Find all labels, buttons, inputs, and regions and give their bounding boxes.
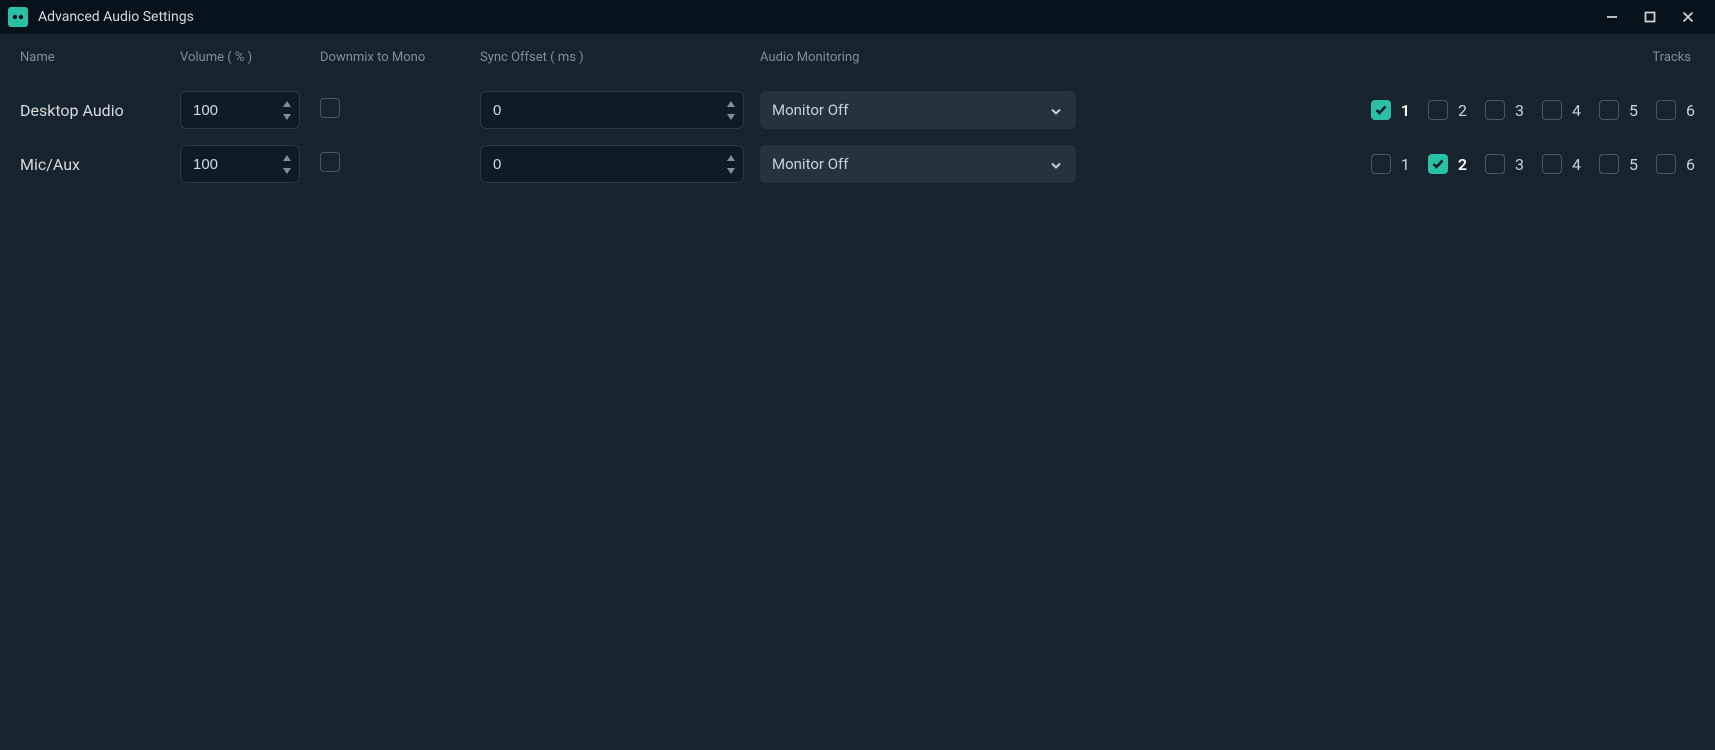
- track-item: 6: [1656, 100, 1695, 120]
- sync-offset-input[interactable]: [481, 146, 721, 182]
- chevron-down-icon: [1050, 101, 1062, 120]
- track-label: 3: [1515, 101, 1524, 120]
- audio-monitoring-dropdown[interactable]: Monitor Off: [760, 91, 1076, 129]
- volume-input[interactable]: [181, 92, 277, 128]
- track-item: 3: [1485, 100, 1524, 120]
- track-item: 4: [1542, 154, 1581, 174]
- window-title: Advanced Audio Settings: [38, 9, 194, 25]
- close-button[interactable]: [1669, 0, 1707, 34]
- sync-offset-spinbox[interactable]: [480, 91, 744, 129]
- track-item: 5: [1599, 100, 1638, 120]
- col-header-sync: Sync Offset ( ms ): [480, 50, 760, 83]
- tracks-cell: 1 2 3 4 5 6: [1160, 146, 1695, 182]
- audio-monitoring-value: Monitor Off: [772, 155, 848, 173]
- downmix-cell: [320, 90, 480, 130]
- track-checkbox-3[interactable]: [1485, 154, 1505, 174]
- volume-input[interactable]: [181, 146, 277, 182]
- track-item: 1: [1371, 100, 1410, 120]
- track-label: 6: [1686, 101, 1695, 120]
- chevron-down-icon: [1050, 155, 1062, 174]
- source-name: Desktop Audio: [20, 93, 180, 128]
- audio-monitoring-dropdown[interactable]: Monitor Off: [760, 145, 1076, 183]
- maximize-button[interactable]: [1631, 0, 1669, 34]
- col-header-name: Name: [20, 50, 180, 83]
- track-item: 3: [1485, 154, 1524, 174]
- col-header-tracks: Tracks: [1160, 50, 1695, 83]
- tracks-cell: 1 2 3 4 5 6: [1160, 92, 1695, 128]
- col-header-monitoring: Audio Monitoring: [760, 50, 1160, 83]
- track-label: 1: [1401, 101, 1410, 120]
- col-header-volume: Volume ( % ): [180, 50, 320, 83]
- track-label: 6: [1686, 155, 1695, 174]
- col-header-downmix: Downmix to Mono: [320, 50, 480, 83]
- sync-cell: [480, 83, 760, 137]
- track-item: 2: [1428, 154, 1467, 174]
- sync-offset-input[interactable]: [481, 92, 721, 128]
- source-name: Mic/Aux: [20, 147, 180, 182]
- track-label: 3: [1515, 155, 1524, 174]
- track-checkbox-6[interactable]: [1656, 154, 1676, 174]
- track-item: 6: [1656, 154, 1695, 174]
- spin-up-button[interactable]: [279, 152, 295, 164]
- volume-spinbox[interactable]: [180, 145, 300, 183]
- track-checkbox-6[interactable]: [1656, 100, 1676, 120]
- track-checkbox-5[interactable]: [1599, 154, 1619, 174]
- track-checkbox-4[interactable]: [1542, 100, 1562, 120]
- track-label: 4: [1572, 101, 1581, 120]
- volume-cell: [180, 137, 320, 191]
- minimize-button[interactable]: [1593, 0, 1631, 34]
- track-checkbox-3[interactable]: [1485, 100, 1505, 120]
- track-label: 5: [1629, 101, 1638, 120]
- track-checkbox-4[interactable]: [1542, 154, 1562, 174]
- downmix-cell: [320, 144, 480, 184]
- spin-down-button[interactable]: [279, 165, 295, 177]
- spin-down-button[interactable]: [723, 111, 739, 123]
- spin-down-button[interactable]: [723, 165, 739, 177]
- sync-cell: [480, 137, 760, 191]
- track-checkbox-5[interactable]: [1599, 100, 1619, 120]
- monitoring-cell: Monitor Off: [760, 83, 1160, 137]
- downmix-checkbox[interactable]: [320, 98, 340, 118]
- spin-up-button[interactable]: [279, 98, 295, 110]
- spin-up-button[interactable]: [723, 152, 739, 164]
- monitoring-cell: Monitor Off: [760, 137, 1160, 191]
- track-checkbox-2[interactable]: [1428, 100, 1448, 120]
- track-checkbox-1[interactable]: [1371, 154, 1391, 174]
- volume-spinbox[interactable]: [180, 91, 300, 129]
- sync-offset-spinbox[interactable]: [480, 145, 744, 183]
- downmix-checkbox[interactable]: [320, 152, 340, 172]
- spin-up-button[interactable]: [723, 98, 739, 110]
- track-label: 4: [1572, 155, 1581, 174]
- app-icon: [8, 7, 28, 27]
- track-checkbox-1[interactable]: [1371, 100, 1391, 120]
- track-label: 5: [1629, 155, 1638, 174]
- volume-cell: [180, 83, 320, 137]
- track-item: 5: [1599, 154, 1638, 174]
- content-area: Name Volume ( % ) Downmix to Mono Sync O…: [0, 34, 1715, 191]
- spin-down-button[interactable]: [279, 111, 295, 123]
- track-checkbox-2[interactable]: [1428, 154, 1448, 174]
- track-label: 1: [1401, 155, 1410, 174]
- track-item: 4: [1542, 100, 1581, 120]
- track-item: 1: [1371, 154, 1410, 174]
- track-item: 2: [1428, 100, 1467, 120]
- track-label: 2: [1458, 155, 1467, 174]
- titlebar: Advanced Audio Settings: [0, 0, 1715, 34]
- audio-monitoring-value: Monitor Off: [772, 101, 848, 119]
- track-label: 2: [1458, 101, 1467, 120]
